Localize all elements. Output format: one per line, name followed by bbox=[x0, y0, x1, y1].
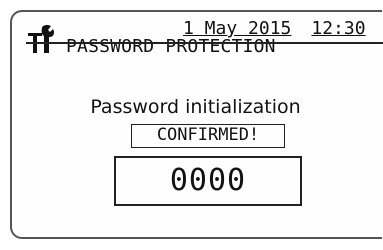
page-title: PASSWORD PROTECTION bbox=[66, 36, 276, 57]
password-init-label: Password initialization bbox=[90, 96, 301, 118]
confirmed-badge: CONFIRMED! bbox=[131, 124, 285, 148]
password-code-display: 0000 bbox=[114, 156, 302, 206]
time-text: 12:30 bbox=[311, 18, 366, 39]
wrench-screwdriver-icon bbox=[28, 24, 54, 53]
header-divider bbox=[26, 42, 383, 44]
